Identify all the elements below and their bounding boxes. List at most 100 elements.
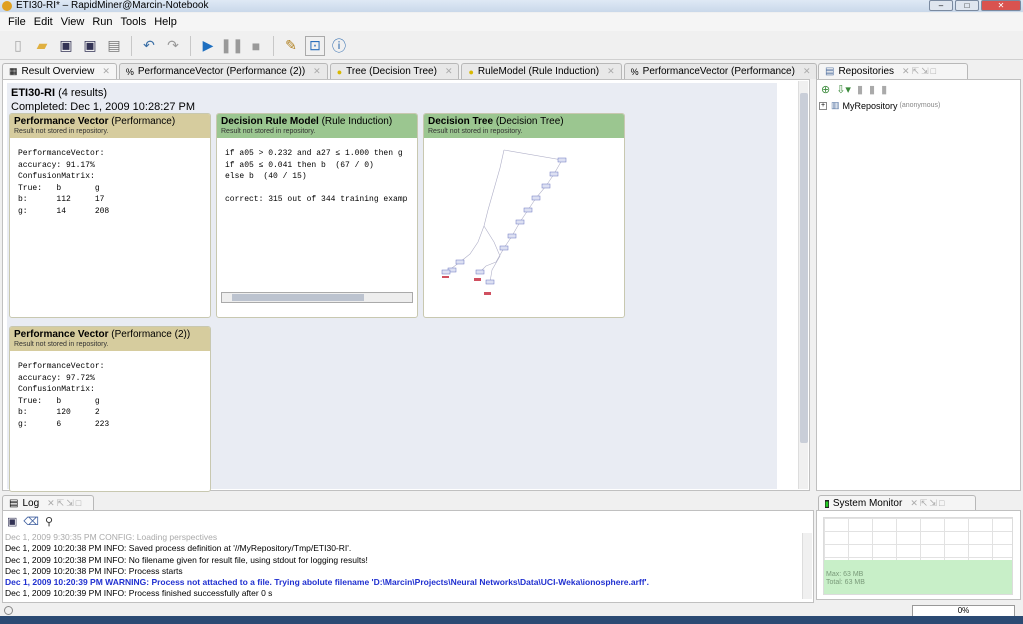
app-icon <box>2 1 12 11</box>
log-toolbar: ▣ ⌫ ⚲ <box>3 511 813 531</box>
menu-help[interactable]: Help <box>150 16 181 28</box>
perspective-icon[interactable]: ⊡ <box>305 35 325 56</box>
save-icon[interactable]: ▣ <box>56 36 76 56</box>
tab-label: PerformanceVector (Performance) <box>642 66 795 77</box>
menu-edit[interactable]: Edit <box>30 16 57 28</box>
tab-label: Tree (Decision Tree) <box>346 66 437 77</box>
status-indicator-icon <box>4 606 13 615</box>
decision-tree-card[interactable]: Decision Tree (Decision Tree) Result not… <box>423 113 625 318</box>
repository-toolbar: ⊕ ⇩▾ ▮ ▮ ▮ <box>817 80 1020 98</box>
tab-label: PerformanceVector (Performance (2)) <box>137 66 306 77</box>
tree-thumbnail <box>441 149 567 295</box>
menu-tools[interactable]: Tools <box>117 16 151 28</box>
save-log-icon[interactable]: ▣ <box>7 515 17 528</box>
repository-icon: ▤ <box>825 66 835 77</box>
card-type: (Performance (2)) <box>111 329 191 340</box>
tab-rule-model[interactable]: ● RuleModel (Rule Induction) ✕ <box>461 63 622 79</box>
save-as-icon[interactable]: ▣ <box>80 36 100 56</box>
run-icon[interactable]: ▶ <box>198 36 218 56</box>
expand-icon[interactable]: + <box>819 101 827 110</box>
card-type: (Decision Tree) <box>495 116 564 127</box>
menu-view[interactable]: View <box>57 16 89 28</box>
panel-window-icons[interactable]: ✕⇱⇲□ <box>910 498 946 509</box>
info-icon[interactable]: ⓘ <box>329 36 349 56</box>
maximize-button[interactable]: □ <box>955 0 979 11</box>
card-note: Result not stored in repository. <box>428 128 523 135</box>
repositories-panel-title[interactable]: ▤ Repositories ✕⇱⇲□ <box>818 63 968 79</box>
performance-icon: % <box>630 66 639 77</box>
monitor-icon: ▮ <box>825 499 829 508</box>
overview-title: ETI30-RI (4 results) <box>11 87 107 99</box>
tab-label: RuleModel (Rule Induction) <box>477 66 600 77</box>
add-repository-icon[interactable]: ⊕ <box>821 83 830 96</box>
card-note: Result not stored in repository. <box>14 128 109 135</box>
close-icon[interactable]: ✕ <box>607 66 615 77</box>
result-overview-panel: ETI30-RI (4 results) Completed: Dec 1, 2… <box>2 79 810 492</box>
refresh-icon[interactable]: ▮ <box>869 83 875 96</box>
performance-card[interactable]: Performance Vector (Performance) Result … <box>9 113 211 318</box>
delete-icon[interactable]: ▮ <box>881 83 887 96</box>
tab-performance-2[interactable]: % PerformanceVector (Performance (2)) ✕ <box>118 63 328 79</box>
close-icon[interactable]: ✕ <box>102 66 110 77</box>
import-icon[interactable]: ⇩▾ <box>836 83 851 96</box>
close-button[interactable]: ✕ <box>981 0 1021 11</box>
bulb-icon: ● <box>468 66 474 77</box>
toolbar-separator <box>190 35 191 56</box>
title-bar: ETI30-RI* – RapidMiner@Marcin-Notebook –… <box>0 0 1023 12</box>
completed-time: Completed: Dec 1, 2009 10:28:27 PM <box>11 101 196 113</box>
log-scrollbar[interactable] <box>802 533 812 599</box>
database-icon: ▥ <box>831 100 840 110</box>
log-line: Dec 1, 2009 9:30:35 PM CONFIG: Loading p… <box>5 532 218 542</box>
rule-text: if a05 > 0.232 and a27 ≤ 1.000 then g if… <box>225 149 408 204</box>
tab-result-overview[interactable]: ▦ Result Overview ✕ <box>2 63 117 79</box>
vertical-scrollbar[interactable] <box>798 81 808 489</box>
search-log-icon[interactable]: ⚲ <box>45 515 53 528</box>
tab-label: Result Overview <box>21 66 95 77</box>
log-line: Dec 1, 2009 10:20:39 PM WARNING: Process… <box>5 577 649 588</box>
clear-log-icon[interactable]: ⌫ <box>23 515 39 528</box>
repositories-panel: ⊕ ⇩▾ ▮ ▮ ▮ + ▥ MyRepository (anonymous) <box>816 79 1021 491</box>
rule-model-card[interactable]: Decision Rule Model (Rule Induction) Res… <box>216 113 418 318</box>
log-icon: ▤ <box>9 498 19 509</box>
edit-icon[interactable]: ✎ <box>281 36 301 56</box>
card-type: (Performance) <box>111 116 176 127</box>
minimize-button[interactable]: – <box>929 0 953 11</box>
result-tabs: ▦ Result Overview ✕ % PerformanceVector … <box>0 62 818 79</box>
card-type: (Rule Induction) <box>321 116 393 127</box>
log-line: Dec 1, 2009 10:20:39 PM INFO: Process fi… <box>5 588 273 599</box>
pause-icon[interactable]: ❚❚ <box>220 36 243 56</box>
redo-icon[interactable]: ↷ <box>163 36 183 56</box>
panel-window-icons[interactable]: ✕⇱⇲□ <box>902 66 938 77</box>
folder-icon[interactable]: ▮ <box>857 83 863 96</box>
new-icon[interactable]: ▯ <box>8 36 28 56</box>
toolbar-separator <box>131 35 132 56</box>
log-lines: Dec 1, 2009 9:30:35 PM CONFIG: Loading p… <box>3 532 813 600</box>
system-monitor-panel-title[interactable]: ▮ System Monitor ✕⇱⇲□ <box>818 495 976 511</box>
stop-icon[interactable]: ■ <box>246 36 266 56</box>
close-icon[interactable]: ✕ <box>313 66 321 77</box>
open-icon[interactable]: ▰ <box>32 36 52 56</box>
undo-icon[interactable]: ↶ <box>139 36 159 56</box>
memory-graph: Max: 63 MB Total: 63 MB <box>823 517 1013 595</box>
close-icon[interactable]: ✕ <box>803 66 811 77</box>
performance-text: PerformanceVector: accuracy: 91.17% Conf… <box>18 149 110 216</box>
save-all-icon[interactable]: ▤ <box>104 36 124 56</box>
card-title: Performance Vector <box>14 116 109 127</box>
tab-decision-tree[interactable]: ● Tree (Decision Tree) ✕ <box>329 63 460 79</box>
os-taskbar <box>0 616 1023 624</box>
performance-2-card[interactable]: Performance Vector (Performance (2)) Res… <box>9 326 211 492</box>
menu-file[interactable]: File <box>4 16 30 28</box>
panel-window-icons[interactable]: ✕⇱⇲□ <box>47 498 83 509</box>
overview-area: ETI30-RI (4 results) Completed: Dec 1, 2… <box>7 83 777 492</box>
repository-name: MyRepository <box>842 100 898 111</box>
bulb-icon: ● <box>336 66 343 77</box>
log-line: Dec 1, 2009 10:20:38 PM INFO: Process st… <box>5 565 183 576</box>
tab-performance[interactable]: % PerformanceVector (Performance) ✕ <box>623 63 818 79</box>
panel-label: System Monitor <box>832 498 903 509</box>
horizontal-scrollbar[interactable] <box>221 292 413 303</box>
menu-run[interactable]: Run <box>88 16 116 28</box>
performance-icon: % <box>125 66 134 77</box>
repository-tree-item[interactable]: + ▥ MyRepository (anonymous) <box>817 100 1020 111</box>
log-panel-title[interactable]: ▤ Log ✕⇱⇲□ <box>2 495 94 511</box>
close-icon[interactable]: ✕ <box>445 66 453 77</box>
